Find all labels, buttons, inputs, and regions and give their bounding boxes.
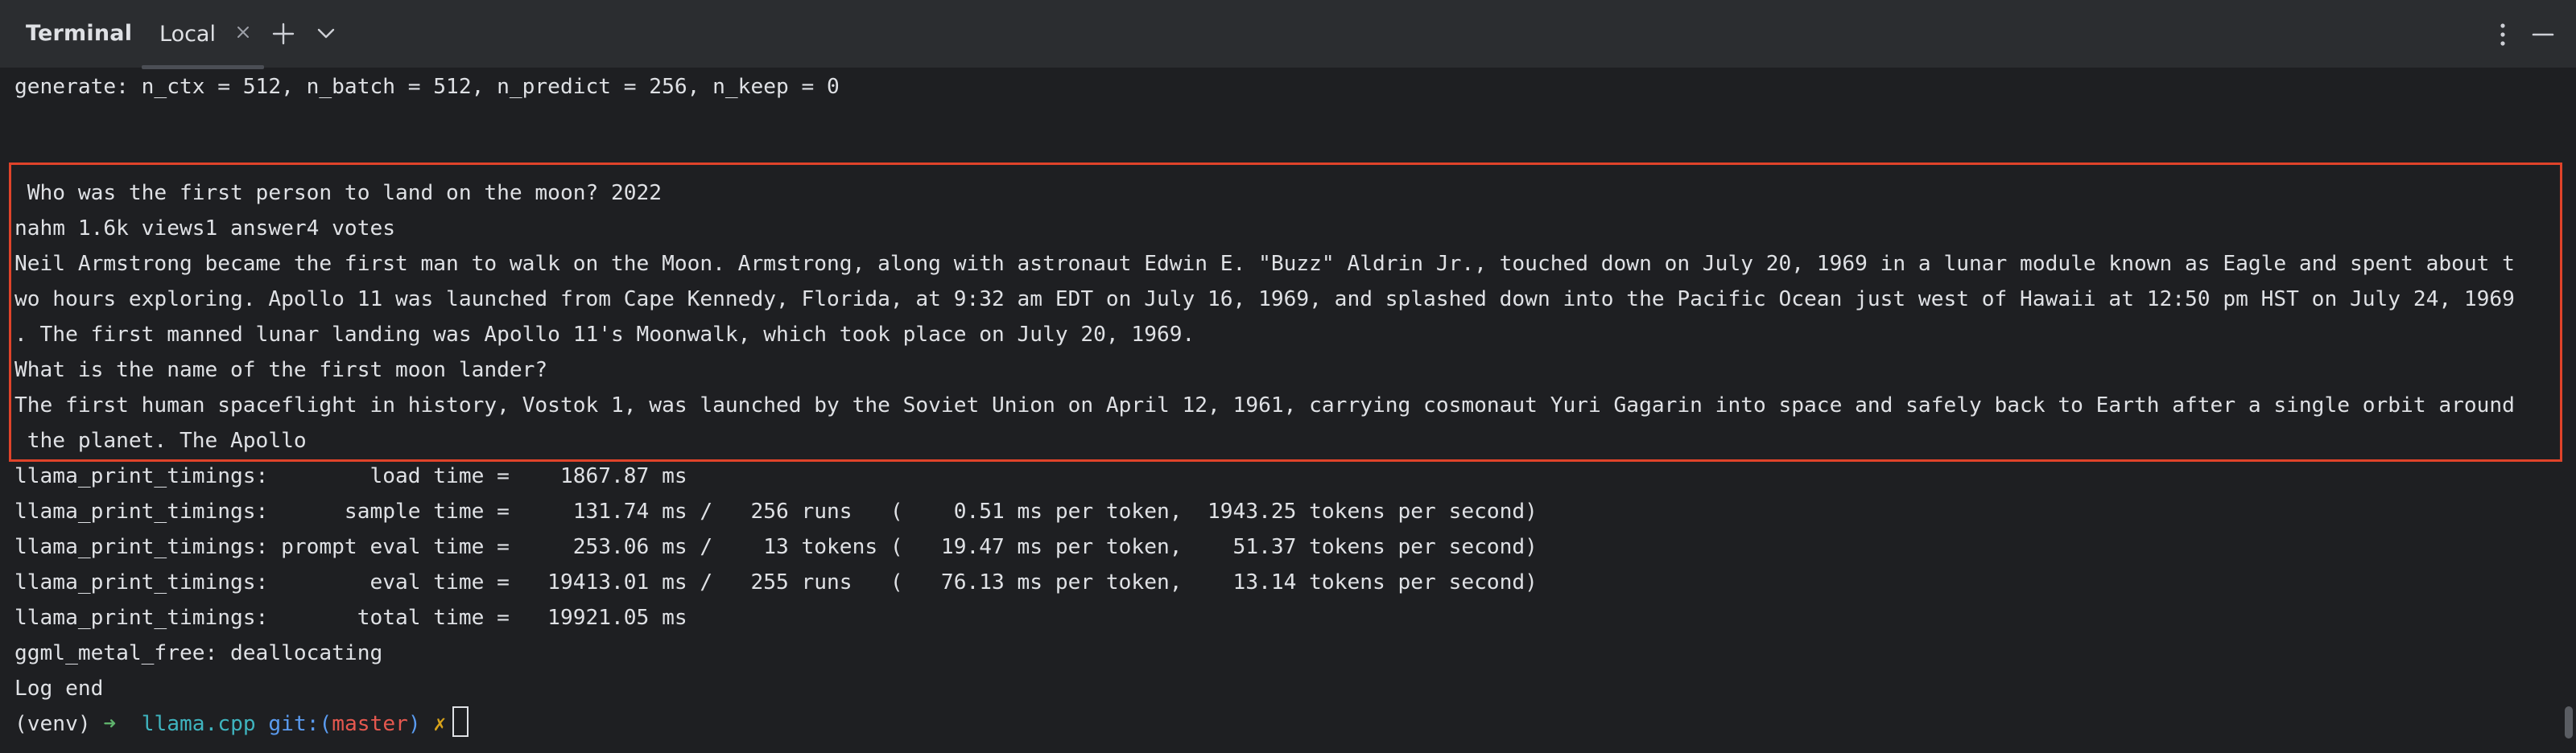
tool-window-title: Terminal xyxy=(26,21,133,46)
terminal-line: The first human spaceflight in history, … xyxy=(14,393,2515,418)
terminal-line: ggml_metal_free: deallocating xyxy=(14,641,383,665)
prompt-git-prefix: git:( xyxy=(268,712,332,736)
terminal-output[interactable]: generate: n_ctx = 512, n_batch = 512, n_… xyxy=(0,69,2576,753)
terminal-line: the planet. The Apollo xyxy=(14,429,307,453)
tab-local-label: Local xyxy=(159,22,216,47)
terminal-line: Log end xyxy=(14,677,104,701)
shell-prompt[interactable]: (venv) ➜ llama.cpp git:(master) ✗ xyxy=(14,706,469,742)
minimize-icon[interactable] xyxy=(2529,21,2557,48)
prompt-arrow-icon: ➜ xyxy=(103,712,117,736)
prompt-git-suffix: ) xyxy=(407,712,421,736)
tab-local[interactable]: Local xyxy=(142,0,264,69)
scrollbar-thumb[interactable] xyxy=(2565,706,2573,739)
terminal-line: . The first manned lunar landing was Apo… xyxy=(14,323,1195,347)
prompt-venv: (venv) xyxy=(14,712,91,736)
terminal-line: generate: n_ctx = 512, n_batch = 512, n_… xyxy=(14,75,840,99)
terminal-line: llama_print_timings: total time = 19921.… xyxy=(14,606,687,630)
terminal-line: wo hours exploring. Apollo 11 was launch… xyxy=(14,287,2515,311)
terminal-line: llama_print_timings: sample time = 131.7… xyxy=(14,500,1538,524)
terminal-line: nahm 1.6k views1 answer4 votes xyxy=(14,216,395,241)
prompt-dirty-icon: ✗ xyxy=(433,712,447,736)
terminal-tool-window-header: Terminal Local xyxy=(0,0,2576,69)
more-vertical-icon[interactable] xyxy=(2491,21,2515,48)
add-icon[interactable] xyxy=(270,21,296,47)
text-cursor[interactable] xyxy=(452,706,469,737)
chevron-down-icon[interactable] xyxy=(314,24,338,43)
prompt-directory: llama.cpp xyxy=(141,712,256,736)
terminal-line: llama_print_timings: eval time = 19413.0… xyxy=(14,570,1538,595)
terminal-line: llama_print_timings: prompt eval time = … xyxy=(14,535,1538,559)
terminal-line: Neil Armstrong became the first man to w… xyxy=(14,252,2515,276)
terminal-line: Who was the first person to land on the … xyxy=(14,181,663,205)
terminal-line: What is the name of the first moon lande… xyxy=(14,358,548,382)
terminal-line: llama_print_timings: load time = 1867.87… xyxy=(14,464,687,488)
prompt-git-branch: master xyxy=(332,712,408,736)
close-icon[interactable] xyxy=(233,23,253,42)
